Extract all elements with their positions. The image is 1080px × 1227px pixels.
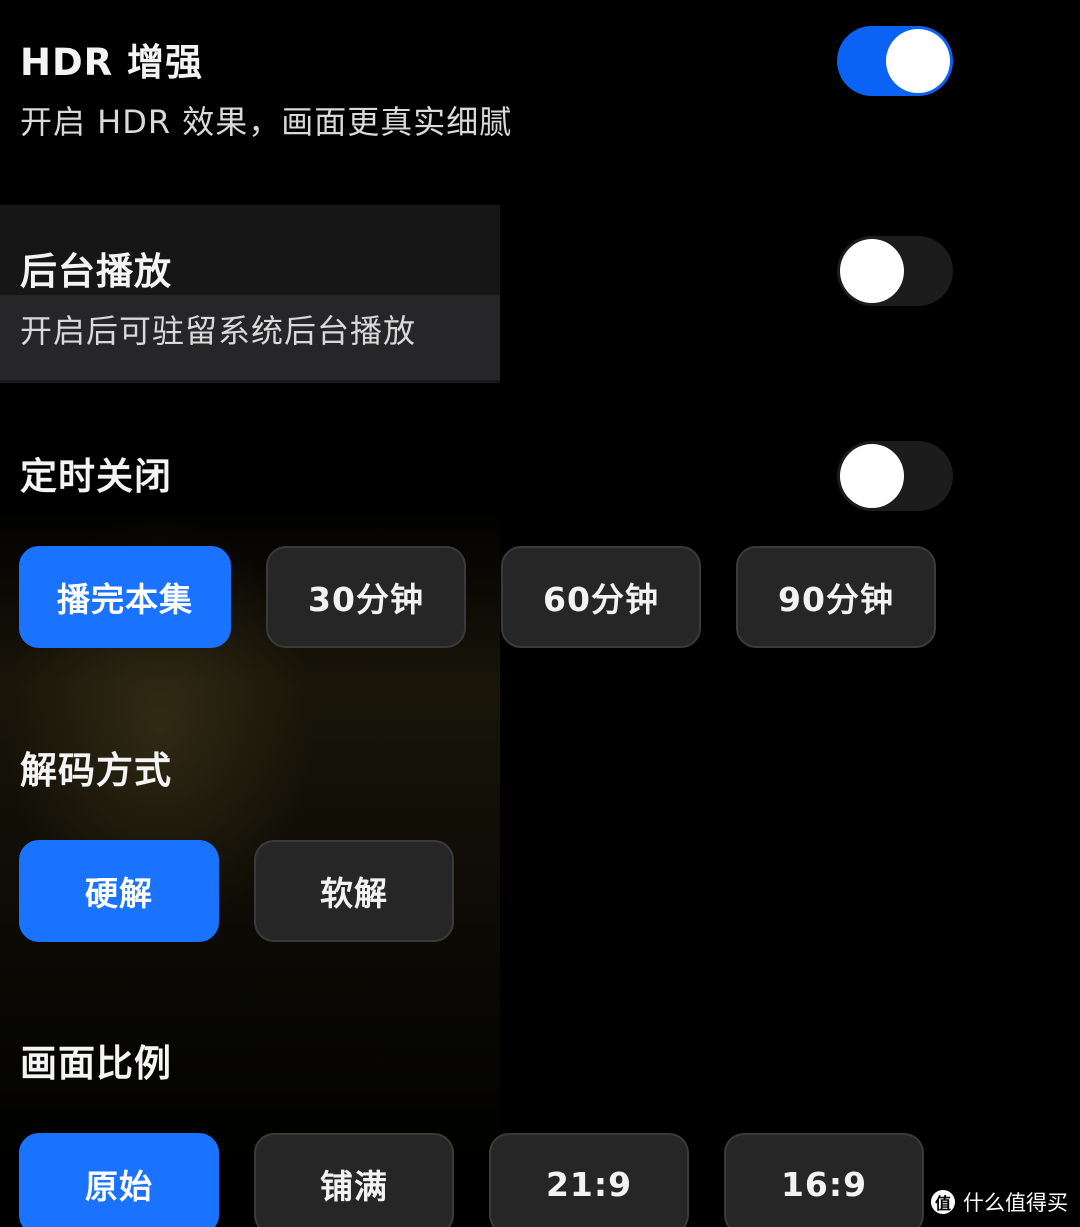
aspect-option-21-9[interactable]: 21:9 [489, 1133, 689, 1227]
background-play-toggle[interactable] [837, 236, 953, 306]
background-play-description: 开启后可驻留系统后台播放 [20, 312, 417, 350]
sleep-option-90-min[interactable]: 90分钟 [736, 546, 936, 648]
sleep-timer-toggle[interactable] [837, 441, 953, 511]
decode-option-software[interactable]: 软解 [254, 840, 454, 942]
sleep-option-60-min[interactable]: 60分钟 [501, 546, 701, 648]
hdr-description: 开启 HDR 效果，画面更真实细腻 [20, 103, 513, 141]
aspect-ratio-title: 画面比例 [20, 1042, 172, 1085]
watermark-logo-icon: 值 [931, 1190, 955, 1214]
aspect-option-original[interactable]: 原始 [19, 1133, 219, 1227]
watermark-text: 什么值得买 [963, 1191, 1068, 1215]
toggle-knob [886, 29, 950, 93]
toggle-knob [840, 239, 904, 303]
aspect-option-16-9[interactable]: 16:9 [724, 1133, 924, 1227]
aspect-option-fill[interactable]: 铺满 [254, 1133, 454, 1227]
sleep-option-end-of-episode[interactable]: 播完本集 [19, 546, 231, 648]
decoding-title: 解码方式 [20, 749, 172, 792]
hdr-title: HDR 增强 [20, 41, 204, 84]
watermark: 值 什么值得买 [931, 1187, 1068, 1217]
toggle-knob [840, 444, 904, 508]
background-play-title: 后台播放 [20, 250, 172, 293]
sleep-timer-title: 定时关闭 [20, 455, 172, 498]
hdr-toggle[interactable] [837, 26, 953, 96]
sleep-option-30-min[interactable]: 30分钟 [266, 546, 466, 648]
decode-option-hardware[interactable]: 硬解 [19, 840, 219, 942]
